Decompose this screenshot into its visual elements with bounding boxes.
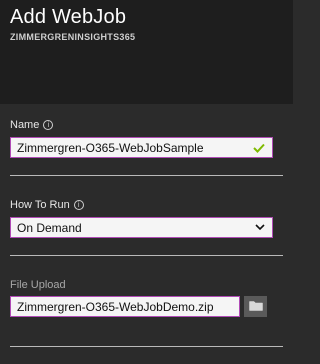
info-icon[interactable]: i bbox=[73, 200, 84, 210]
section-divider bbox=[10, 175, 283, 176]
section-divider bbox=[10, 255, 283, 256]
how-to-run-selected: On Demand bbox=[17, 220, 82, 235]
how-to-run-label: How To Run bbox=[10, 199, 70, 211]
how-to-run-dropdown[interactable]: On Demand bbox=[10, 217, 273, 238]
file-upload-value: Zimmergren-O365-WebJobDemo.zip bbox=[17, 299, 214, 314]
how-to-run-label-row: How To Run i bbox=[10, 199, 84, 211]
name-label-row: Name i bbox=[10, 119, 54, 131]
folder-icon bbox=[248, 298, 263, 316]
browse-file-button[interactable] bbox=[244, 296, 267, 317]
blade-header: Add WebJob ZIMMERGRENINSIGHTS365 bbox=[0, 0, 293, 104]
name-input-value: Zimmergren-O365-WebJobSample bbox=[17, 140, 204, 155]
checkmark-icon bbox=[252, 141, 266, 155]
blade-title: Add WebJob bbox=[10, 6, 127, 28]
info-icon[interactable]: i bbox=[43, 120, 54, 130]
file-upload-input[interactable]: Zimmergren-O365-WebJobDemo.zip bbox=[10, 296, 240, 317]
file-upload-label: File Upload bbox=[10, 279, 66, 291]
file-upload-label-row: File Upload bbox=[10, 279, 66, 291]
chevron-down-icon bbox=[254, 222, 266, 234]
blade-subtitle: ZIMMERGRENINSIGHTS365 bbox=[10, 32, 136, 42]
section-divider bbox=[10, 346, 283, 347]
name-label: Name bbox=[10, 119, 40, 131]
name-input[interactable]: Zimmergren-O365-WebJobSample bbox=[10, 137, 273, 158]
